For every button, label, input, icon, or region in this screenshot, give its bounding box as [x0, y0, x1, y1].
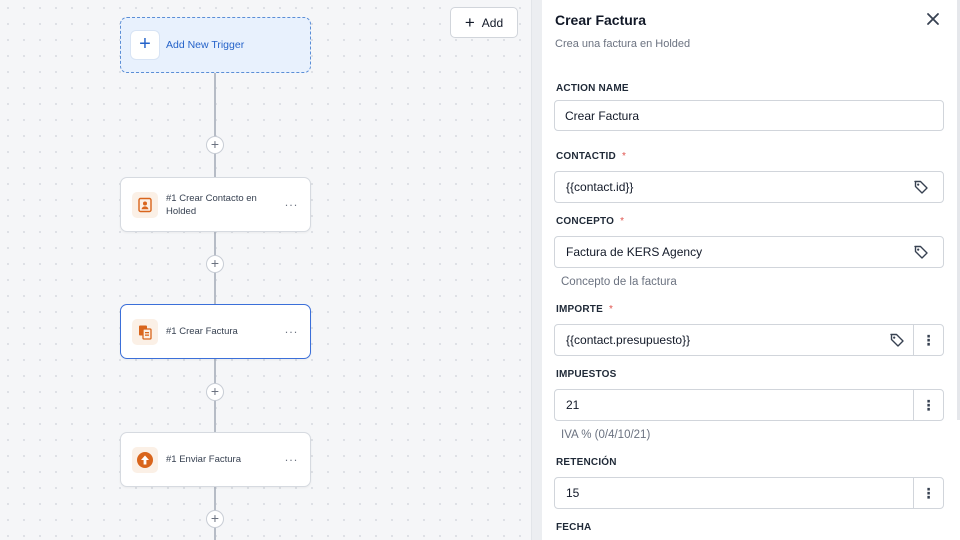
contact-card-icon — [132, 191, 158, 218]
trigger-label: Add New Trigger — [166, 39, 245, 51]
panel-resize-divider[interactable] — [531, 0, 542, 540]
plus-icon: + — [464, 13, 475, 32]
field-options-button[interactable]: ⋮ — [913, 390, 943, 420]
workflow-node-crear-factura[interactable]: #1 Crear Factura ··· — [120, 304, 311, 359]
panel-subtitle: Crea una factura en Holded — [555, 38, 691, 50]
close-icon[interactable] — [922, 8, 944, 30]
impuestos-input[interactable]: 21 ⋮ — [554, 389, 944, 421]
node-menu-button[interactable]: ··· — [285, 324, 299, 338]
add-button[interactable]: + Add — [450, 7, 518, 38]
contactid-input[interactable]: {{contact.id}} — [554, 171, 944, 203]
invoice-document-icon — [132, 318, 158, 345]
impuestos-value: 21 — [566, 398, 580, 412]
concepto-help-text: Concepto de la factura — [561, 276, 677, 288]
fecha-label: FECHA — [556, 522, 592, 533]
upload-arrow-icon — [132, 446, 158, 473]
field-options-button[interactable]: ⋮ — [913, 478, 943, 508]
add-step-button[interactable]: + — [206, 255, 224, 273]
contactid-label: CONTACTID * — [556, 151, 627, 162]
tag-icon[interactable] — [909, 175, 933, 199]
importe-input[interactable]: {{contact.presupuesto}} ⋮ — [554, 324, 944, 356]
importe-label: IMPORTE * — [556, 304, 614, 315]
add-button-label: Add — [481, 15, 504, 30]
add-step-button[interactable]: + — [206, 136, 224, 154]
required-marker: * — [621, 151, 627, 162]
required-marker: * — [608, 304, 614, 315]
impuestos-label: IMPUESTOS — [556, 369, 617, 380]
node-menu-button[interactable]: ··· — [285, 452, 299, 466]
panel-title: Crear Factura — [555, 12, 647, 28]
contactid-value: {{contact.id}} — [566, 180, 634, 194]
node-menu-button[interactable]: ··· — [285, 197, 299, 211]
workflow-canvas[interactable]: + + + + + Add New Trigger #1 Crear Conta… — [0, 0, 531, 540]
concepto-value: Factura de KERS Agency — [566, 245, 703, 259]
workflow-node-enviar-factura[interactable]: #1 Enviar Factura ··· — [120, 432, 311, 487]
add-step-button[interactable]: + — [206, 510, 224, 528]
action-name-label: ACTION NAME — [556, 83, 629, 94]
tag-icon[interactable] — [909, 240, 933, 264]
field-options-button[interactable]: ⋮ — [913, 325, 943, 355]
node-label: #1 Crear Contacto en Holded — [166, 192, 257, 217]
importe-value: {{contact.presupuesto}} — [566, 333, 691, 347]
plus-icon: + — [131, 31, 159, 59]
retencion-input[interactable]: 15 ⋮ — [554, 477, 944, 509]
add-new-trigger-button[interactable]: + Add New Trigger — [120, 17, 311, 73]
impuestos-help-text: IVA % (0/4/10/21) — [561, 429, 651, 441]
retencion-value: 15 — [566, 486, 580, 500]
node-label: #1 Enviar Factura — [166, 454, 241, 465]
node-label: #1 Crear Factura — [166, 326, 238, 337]
action-name-input[interactable] — [554, 100, 944, 131]
concepto-label: CONCEPTO * — [556, 216, 625, 227]
action-config-panel: Crear Factura Crea una factura en Holded… — [542, 0, 960, 540]
connector-line — [214, 73, 216, 178]
workflow-node-crear-contacto[interactable]: #1 Crear Contacto en Holded ··· — [120, 177, 311, 232]
retencion-label: RETENCIÓN — [556, 457, 617, 468]
tag-icon[interactable] — [885, 328, 909, 352]
concepto-input[interactable]: Factura de KERS Agency — [554, 236, 944, 268]
add-step-button[interactable]: + — [206, 383, 224, 401]
required-marker: * — [620, 216, 625, 227]
